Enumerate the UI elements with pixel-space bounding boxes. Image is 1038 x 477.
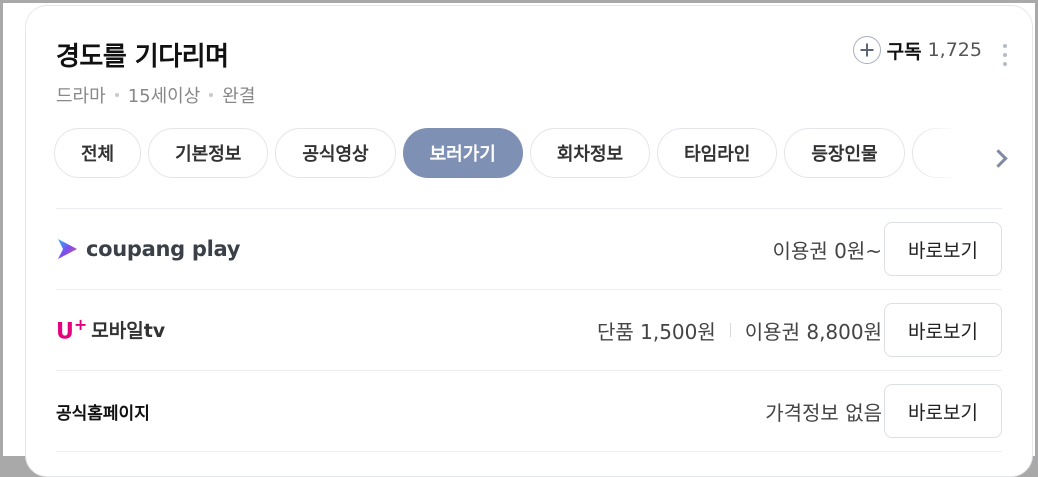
tab-cast[interactable]: 등장인물 xyxy=(784,128,905,178)
tab-all[interactable]: 전체 xyxy=(54,128,142,178)
price-info: 이용권 0원~ xyxy=(773,235,882,264)
tab-basic-info[interactable]: 기본정보 xyxy=(148,128,269,178)
tab-official-video[interactable]: 공식영상 xyxy=(275,128,396,178)
tab-bar: 전체 기본정보 공식영상 보러가기 회차정보 타임라인 등장인물 xyxy=(54,128,966,184)
provider-official[interactable]: 공식홈페이지 xyxy=(56,399,150,424)
chevron-right-icon[interactable] xyxy=(989,149,1008,168)
price-text-single: 단품 1,500원 xyxy=(596,319,716,344)
content-card: 경도를 기다리며 드라마 15세이상 완결 구독 1,725 전체 기본정보 공… xyxy=(25,5,1033,477)
rating-label: 15세이상 xyxy=(127,86,201,107)
meta-info: 드라마 15세이상 완결 xyxy=(56,82,255,108)
provider-name: coupang play xyxy=(86,237,241,261)
watch-button-coupang[interactable]: 바로보기 xyxy=(884,222,1002,276)
tab-timeline[interactable]: 타임라인 xyxy=(657,128,778,178)
meta-separator xyxy=(209,93,214,97)
price-info: 단품 1,500원 이용권 8,800원 xyxy=(597,316,882,345)
subscribe-button[interactable]: 구독 1,725 xyxy=(852,36,982,64)
window-frame: 경도를 기다리며 드라마 15세이상 완결 구독 1,725 전체 기본정보 공… xyxy=(3,3,1035,477)
price-text: 가격정보 없음 xyxy=(765,400,882,425)
price-text: 이용권 0원~ xyxy=(772,238,882,263)
status-label: 완결 xyxy=(222,86,256,107)
coupang-play-logo-icon xyxy=(56,238,78,260)
provider-name: 모바일tv xyxy=(91,320,166,343)
meta-separator xyxy=(114,93,119,97)
tab-episodes[interactable]: 회차정보 xyxy=(529,128,651,178)
provider-row-official: 공식홈페이지 가격정보 없음 바로보기 xyxy=(56,370,1002,452)
provider-coupang[interactable]: coupang play xyxy=(56,237,240,261)
page-title: 경도를 기다리며 xyxy=(56,42,229,72)
watch-button-uplus[interactable]: 바로보기 xyxy=(884,303,1002,357)
price-info: 가격정보 없음 xyxy=(765,397,882,426)
kebab-menu-icon[interactable] xyxy=(1002,44,1008,66)
uplus-logo-icon: U+ xyxy=(56,315,88,345)
tab-watch[interactable]: 보러가기 xyxy=(402,128,523,178)
plus-circle-icon xyxy=(852,36,881,64)
tab-fade xyxy=(916,128,976,184)
genre-label: 드라마 xyxy=(56,86,106,107)
watch-button-official[interactable]: 바로보기 xyxy=(884,384,1002,438)
subscriber-count: 1,725 xyxy=(927,39,982,61)
provider-uplus[interactable]: U+ 모바일tv xyxy=(56,315,165,344)
provider-name: 공식홈페이지 xyxy=(56,403,150,424)
price-text-pass: 이용권 8,800원 xyxy=(744,319,882,344)
provider-row-uplus: U+ 모바일tv 단품 1,500원 이용권 8,800원 바로보기 xyxy=(56,289,1002,370)
provider-list: coupang play 이용권 0원~ 바로보기 U+ 모바일tv 단품 1,… xyxy=(56,208,1002,452)
subscribe-label: 구독 xyxy=(886,40,922,63)
provider-row-coupang: coupang play 이용권 0원~ 바로보기 xyxy=(56,208,1002,289)
price-divider xyxy=(729,323,731,337)
